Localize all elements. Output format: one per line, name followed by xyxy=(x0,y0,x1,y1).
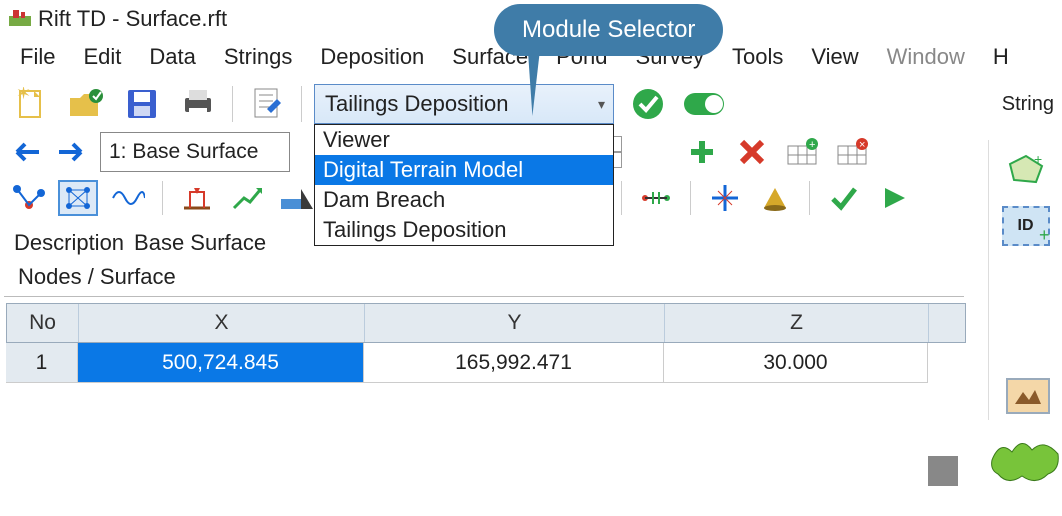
svg-text:×: × xyxy=(859,139,865,151)
menu-data[interactable]: Data xyxy=(135,40,209,74)
module-option-viewer[interactable]: Viewer xyxy=(315,125,613,155)
cone-icon[interactable] xyxy=(755,180,795,216)
menu-strings[interactable]: Strings xyxy=(210,40,306,74)
svg-text:+: + xyxy=(1034,152,1042,167)
description-value: Base Surface xyxy=(134,230,266,256)
data-grid: No X Y Z 1 500,724.845 165,992.471 30.00… xyxy=(6,303,966,383)
grid-delete-icon[interactable]: × xyxy=(832,134,872,170)
connector-icon[interactable] xyxy=(636,180,676,216)
menu-edit[interactable]: Edit xyxy=(69,40,135,74)
svg-text:✶: ✶ xyxy=(16,87,31,103)
module-selector[interactable]: Tailings Deposition ▾ Viewer Digital Ter… xyxy=(314,84,614,124)
table-row[interactable]: 1 500,724.845 165,992.471 30.000 xyxy=(6,343,966,383)
window-title: Rift TD - Surface.rft xyxy=(38,6,227,32)
toggle-on-icon[interactable] xyxy=(682,84,726,124)
snap-grid-icon[interactable] xyxy=(58,180,98,216)
cell-no[interactable]: 1 xyxy=(6,343,78,383)
callout-bubble: Module Selector xyxy=(494,4,723,56)
grid-add-icon[interactable]: + xyxy=(782,134,822,170)
forward-arrow-icon[interactable] xyxy=(54,134,90,170)
module-dropdown: Viewer Digital Terrain Model Dam Breach … xyxy=(314,124,614,246)
separator-icon xyxy=(621,181,622,215)
separator-icon xyxy=(809,181,810,215)
menu-view[interactable]: View xyxy=(797,40,872,74)
plus-icon[interactable] xyxy=(682,134,722,170)
print-icon[interactable] xyxy=(176,84,220,124)
col-header-no[interactable]: No xyxy=(7,304,79,342)
svg-text:+: + xyxy=(809,139,815,151)
cell-y[interactable]: 165,992.471 xyxy=(364,343,664,383)
back-arrow-icon[interactable] xyxy=(8,134,44,170)
cell-x[interactable]: 500,724.845 xyxy=(78,343,364,383)
menu-help[interactable]: H xyxy=(979,40,1023,74)
menu-deposition[interactable]: Deposition xyxy=(306,40,438,74)
module-option-dtm[interactable]: Digital Terrain Model xyxy=(315,155,613,185)
open-folder-icon[interactable] xyxy=(64,84,108,124)
dam-icon[interactable] xyxy=(277,180,317,216)
module-selected-text: Tailings Deposition xyxy=(325,91,508,117)
waveform-icon[interactable] xyxy=(108,180,148,216)
separator-icon xyxy=(301,86,302,122)
trend-up-icon[interactable] xyxy=(227,180,267,216)
save-icon[interactable] xyxy=(120,84,164,124)
col-header-z[interactable]: Z xyxy=(665,304,929,342)
menu-window[interactable]: Window xyxy=(873,40,979,74)
check-icon[interactable] xyxy=(824,180,864,216)
chevron-down-icon: ▾ xyxy=(598,96,605,113)
strings-panel-label: String xyxy=(1002,93,1054,116)
col-header-x[interactable]: X xyxy=(79,304,365,342)
shape-poly-icon[interactable]: + xyxy=(1002,150,1050,190)
grid-scroll-handle[interactable] xyxy=(928,456,958,486)
description-label: Description xyxy=(14,230,124,256)
app-icon xyxy=(8,9,32,29)
level-icon[interactable] xyxy=(177,180,217,216)
surface-selected-text: 1: Base Surface xyxy=(109,140,258,164)
polyline-icon[interactable] xyxy=(8,180,48,216)
separator-icon xyxy=(232,86,233,122)
col-header-y[interactable]: Y xyxy=(365,304,665,342)
grid-header: No X Y Z xyxy=(6,303,966,343)
module-option-dam-breach[interactable]: Dam Breach xyxy=(315,185,613,215)
x-delete-icon[interactable] xyxy=(732,134,772,170)
axis-snap-icon[interactable] xyxy=(705,180,745,216)
surface-selector[interactable]: 1: Base Surface xyxy=(100,132,290,172)
id-badge-icon[interactable]: ID+ xyxy=(1002,206,1050,246)
edit-note-icon[interactable] xyxy=(245,84,289,124)
surface-terrain-icon[interactable] xyxy=(1006,378,1050,414)
tab-nodes-surface[interactable]: Nodes / Surface xyxy=(4,260,964,297)
check-circle-icon[interactable] xyxy=(626,84,670,124)
separator-icon xyxy=(690,181,691,215)
separator-icon xyxy=(162,181,163,215)
cell-z[interactable]: 30.000 xyxy=(664,343,928,383)
terrain-swatch-icon xyxy=(988,430,1062,490)
menu-tools[interactable]: Tools xyxy=(718,40,797,74)
menu-file[interactable]: File xyxy=(6,40,69,74)
play-icon[interactable] xyxy=(874,180,914,216)
new-file-icon[interactable]: ✶ xyxy=(8,84,52,124)
module-option-tailings[interactable]: Tailings Deposition xyxy=(315,215,613,245)
